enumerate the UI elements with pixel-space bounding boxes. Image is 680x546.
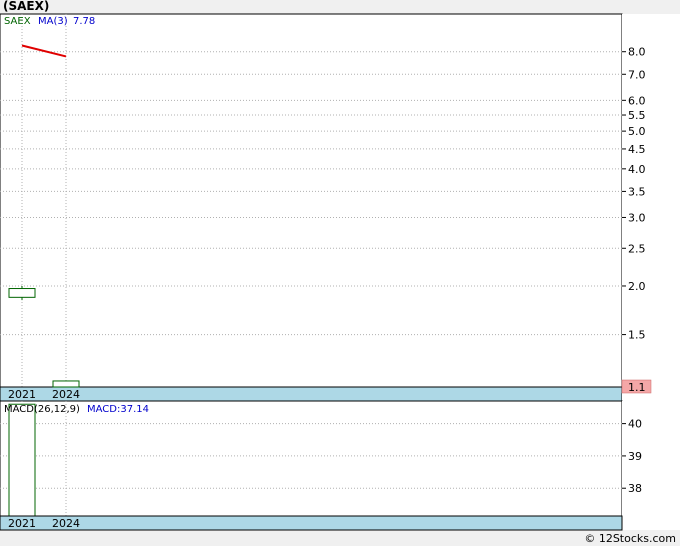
legend-macd-label: MACD(26,12,9) [4,404,80,415]
legend-ma-value: 7.78 [73,16,95,27]
legend-ticker: SAEX [4,16,31,27]
credit-text: © 12Stocks.com [584,532,676,545]
price-tick-label: 5.0 [628,125,646,138]
price-panel [0,13,623,388]
price-tick-label: 4.5 [628,143,646,156]
price-x-label: 2024 [52,388,80,401]
price-x-label: 2021 [8,388,36,401]
macd-x-label: 2024 [52,517,80,530]
macd-x-axis-band [0,515,623,531]
macd-tick-label: 40 [628,418,642,431]
price-tick-label: 7.0 [628,68,646,81]
legend-ma-label: MA(3) [38,16,68,27]
price-tick-label: 8.0 [628,46,646,59]
last-price-label: 1.1 [628,381,646,394]
price-tick-label: 5.5 [628,109,646,122]
macd-marks [8,403,36,517]
price-x-axis-band [0,386,623,402]
price-tick-label: 3.5 [628,185,646,198]
macd-tick-label: 38 [628,482,642,495]
candle-body [8,288,36,298]
price-tick-label: 3.0 [628,211,646,224]
macd-panel [0,400,623,517]
price-tick-label: 4.0 [628,163,646,176]
price-tick-label: 6.0 [628,94,646,107]
stock-chart: 8.0 7.0 6.0 5.5 5.0 4.5 4.0 3.5 3.0 2.5 2.0 1.5 202… [0,13,680,531]
macd-tick-label: 39 [628,450,642,463]
price-tick-label: 2.0 [628,280,646,293]
price-tick-label: 2.5 [628,242,646,255]
legend-macd-value: MACD:37.14 [87,404,149,415]
candle-body [52,380,80,388]
macd-x-label: 2021 [8,517,36,530]
macd-bar [8,403,36,517]
price-tick-label: 1.5 [628,329,646,342]
